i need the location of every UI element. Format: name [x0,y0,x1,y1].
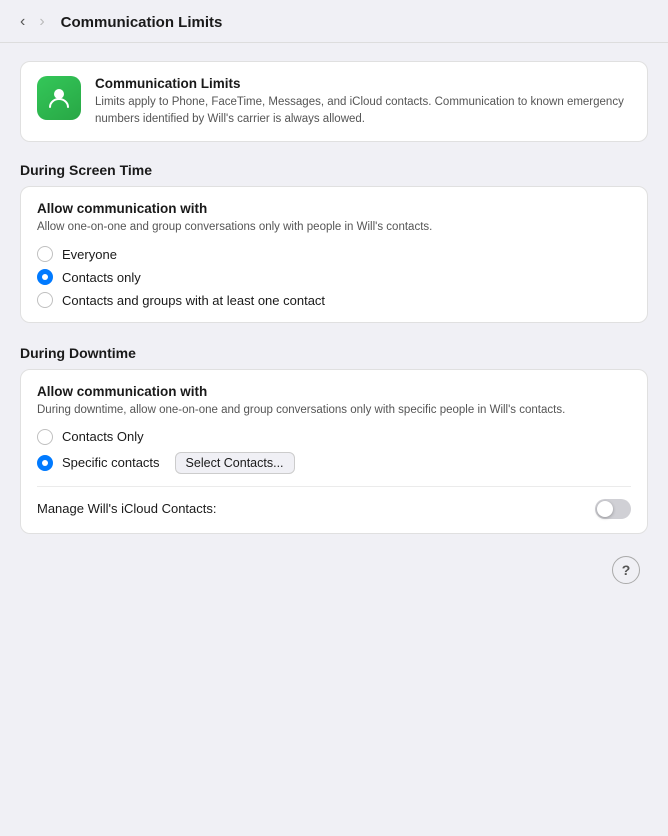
icloud-row: Manage Will's iCloud Contacts: [37,486,631,519]
radio-everyone-circle [37,246,53,262]
screen-time-radio-group: Everyone Contacts only Contacts and grou… [37,246,631,308]
radio-contacts-only-label: Contacts only [62,270,141,285]
radio-item-everyone[interactable]: Everyone [37,246,631,262]
back-button[interactable]: ‹ [16,12,29,32]
downtime-panel-desc: During downtime, allow one-on-one and gr… [37,402,631,419]
info-card: Communication Limits Limits apply to Pho… [20,61,648,142]
help-button[interactable]: ? [612,556,640,584]
radio-item-dt-contacts-only[interactable]: Contacts Only [37,429,631,445]
icloud-label: Manage Will's iCloud Contacts: [37,501,217,516]
downtime-panel: Allow communication with During downtime… [20,369,648,534]
radio-item-contacts-only[interactable]: Contacts only [37,269,631,285]
info-text-block: Communication Limits Limits apply to Pho… [95,76,631,127]
screen-time-panel-desc: Allow one-on-one and group conversations… [37,219,631,236]
communication-icon [46,85,72,111]
downtime-heading: During Downtime [20,345,648,361]
top-bar: ‹ › Communication Limits [0,0,668,43]
radio-dt-contacts-only-circle [37,429,53,445]
screen-time-panel-title: Allow communication with [37,201,631,216]
info-card-title: Communication Limits [95,76,631,91]
radio-contacts-groups-circle [37,292,53,308]
main-content: Communication Limits Limits apply to Pho… [0,43,668,604]
radio-contacts-only-circle [37,269,53,285]
info-card-description: Limits apply to Phone, FaceTime, Message… [95,94,631,127]
radio-contacts-groups-label: Contacts and groups with at least one co… [62,293,325,308]
downtime-radio-group: Contacts Only Specific contacts Select C… [37,429,631,474]
radio-dt-contacts-only-label: Contacts Only [62,429,144,444]
radio-dt-specific-label: Specific contacts [62,455,160,470]
forward-button[interactable]: › [35,12,48,32]
screen-time-panel: Allow communication with Allow one-on-on… [20,186,648,323]
help-button-container: ? [20,556,648,584]
screen-time-heading: During Screen Time [20,162,648,178]
select-contacts-button[interactable]: Select Contacts... [175,452,295,474]
downtime-panel-title: Allow communication with [37,384,631,399]
page-title: Communication Limits [61,14,223,31]
radio-item-contacts-groups[interactable]: Contacts and groups with at least one co… [37,292,631,308]
radio-item-dt-specific[interactable]: Specific contacts Select Contacts... [37,452,631,474]
radio-dt-specific-circle [37,455,53,471]
icloud-toggle[interactable] [595,499,631,519]
app-icon [37,76,81,120]
radio-everyone-label: Everyone [62,247,117,262]
